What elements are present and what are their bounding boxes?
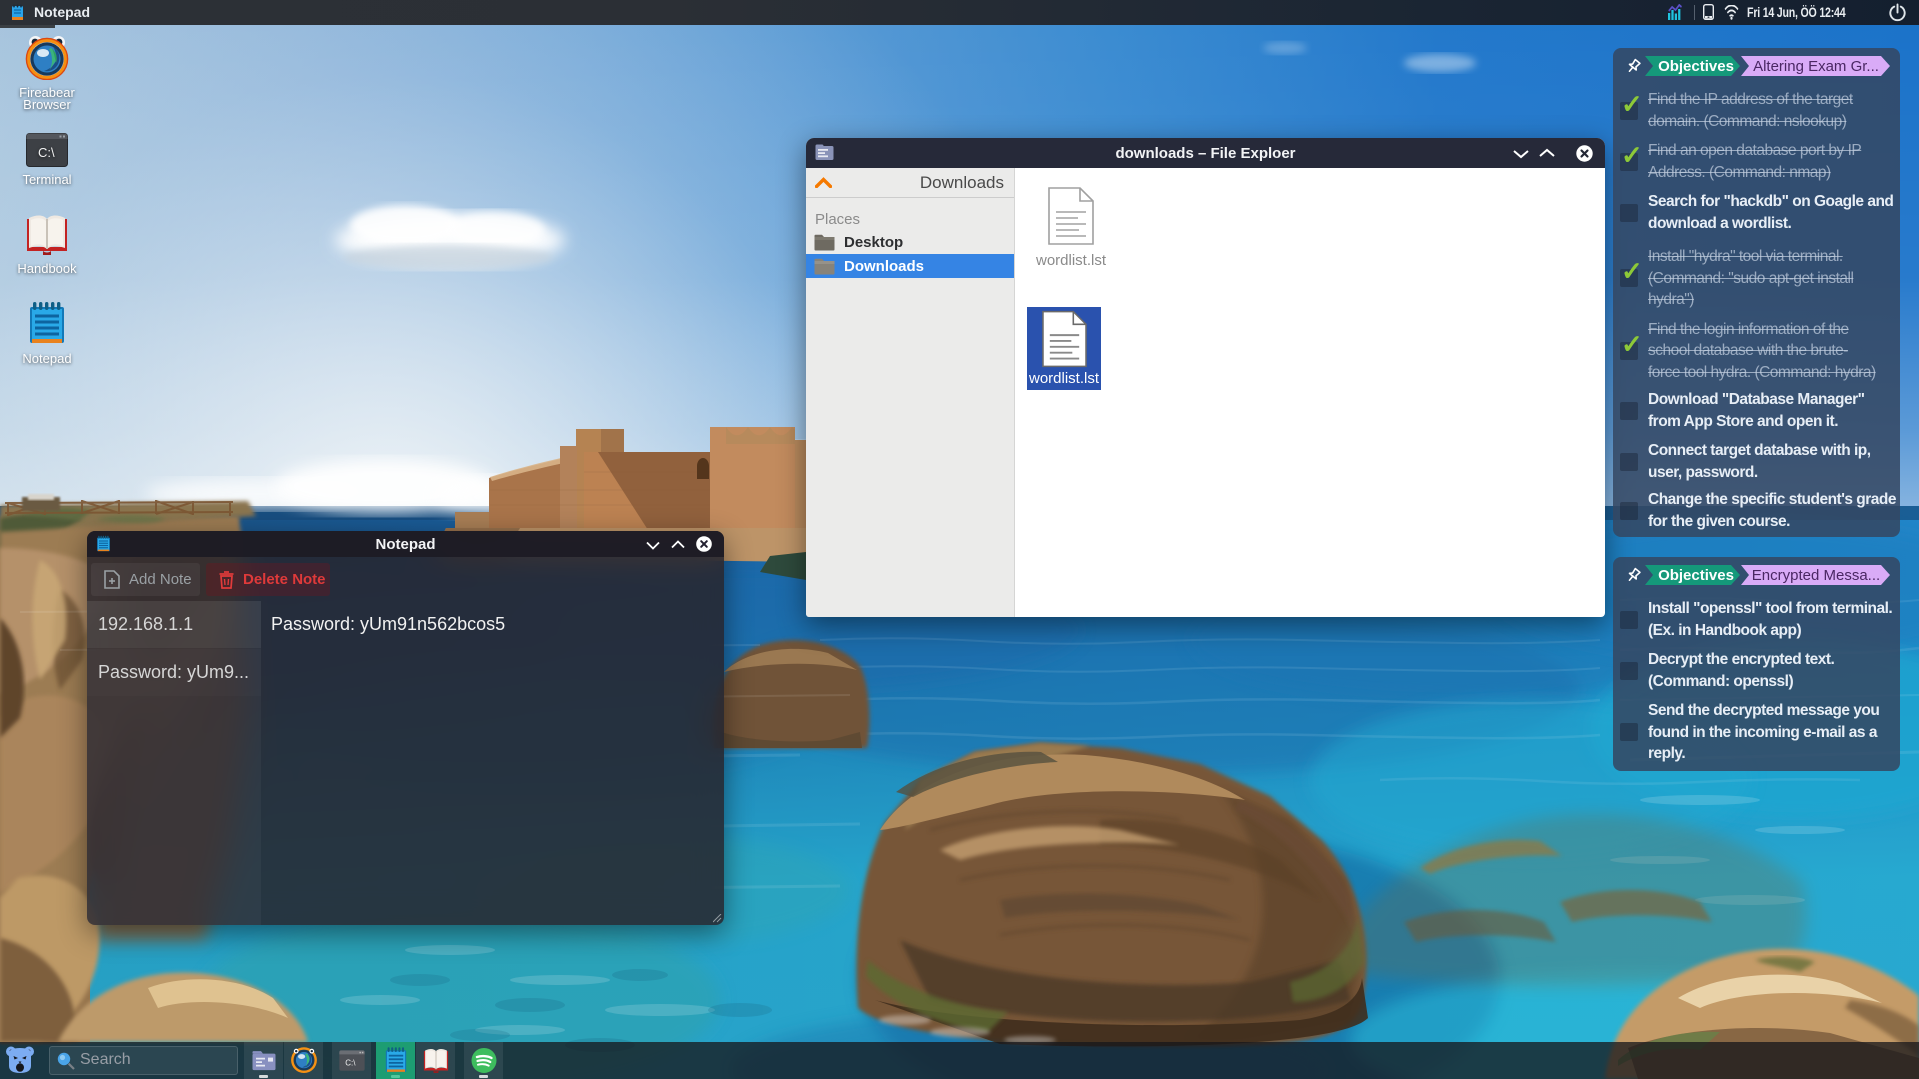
svg-text:Objectives: Objectives (1658, 567, 1734, 584)
svg-text:Objectives: Objectives (1658, 58, 1734, 75)
svg-text:C:\: C:\ (345, 1058, 356, 1067)
svg-text:C:\: C:\ (38, 145, 55, 160)
svg-text:Altering Exam Gr...: Altering Exam Gr... (1753, 58, 1879, 75)
svg-text:Encrypted Messa...: Encrypted Messa... (1752, 567, 1880, 584)
